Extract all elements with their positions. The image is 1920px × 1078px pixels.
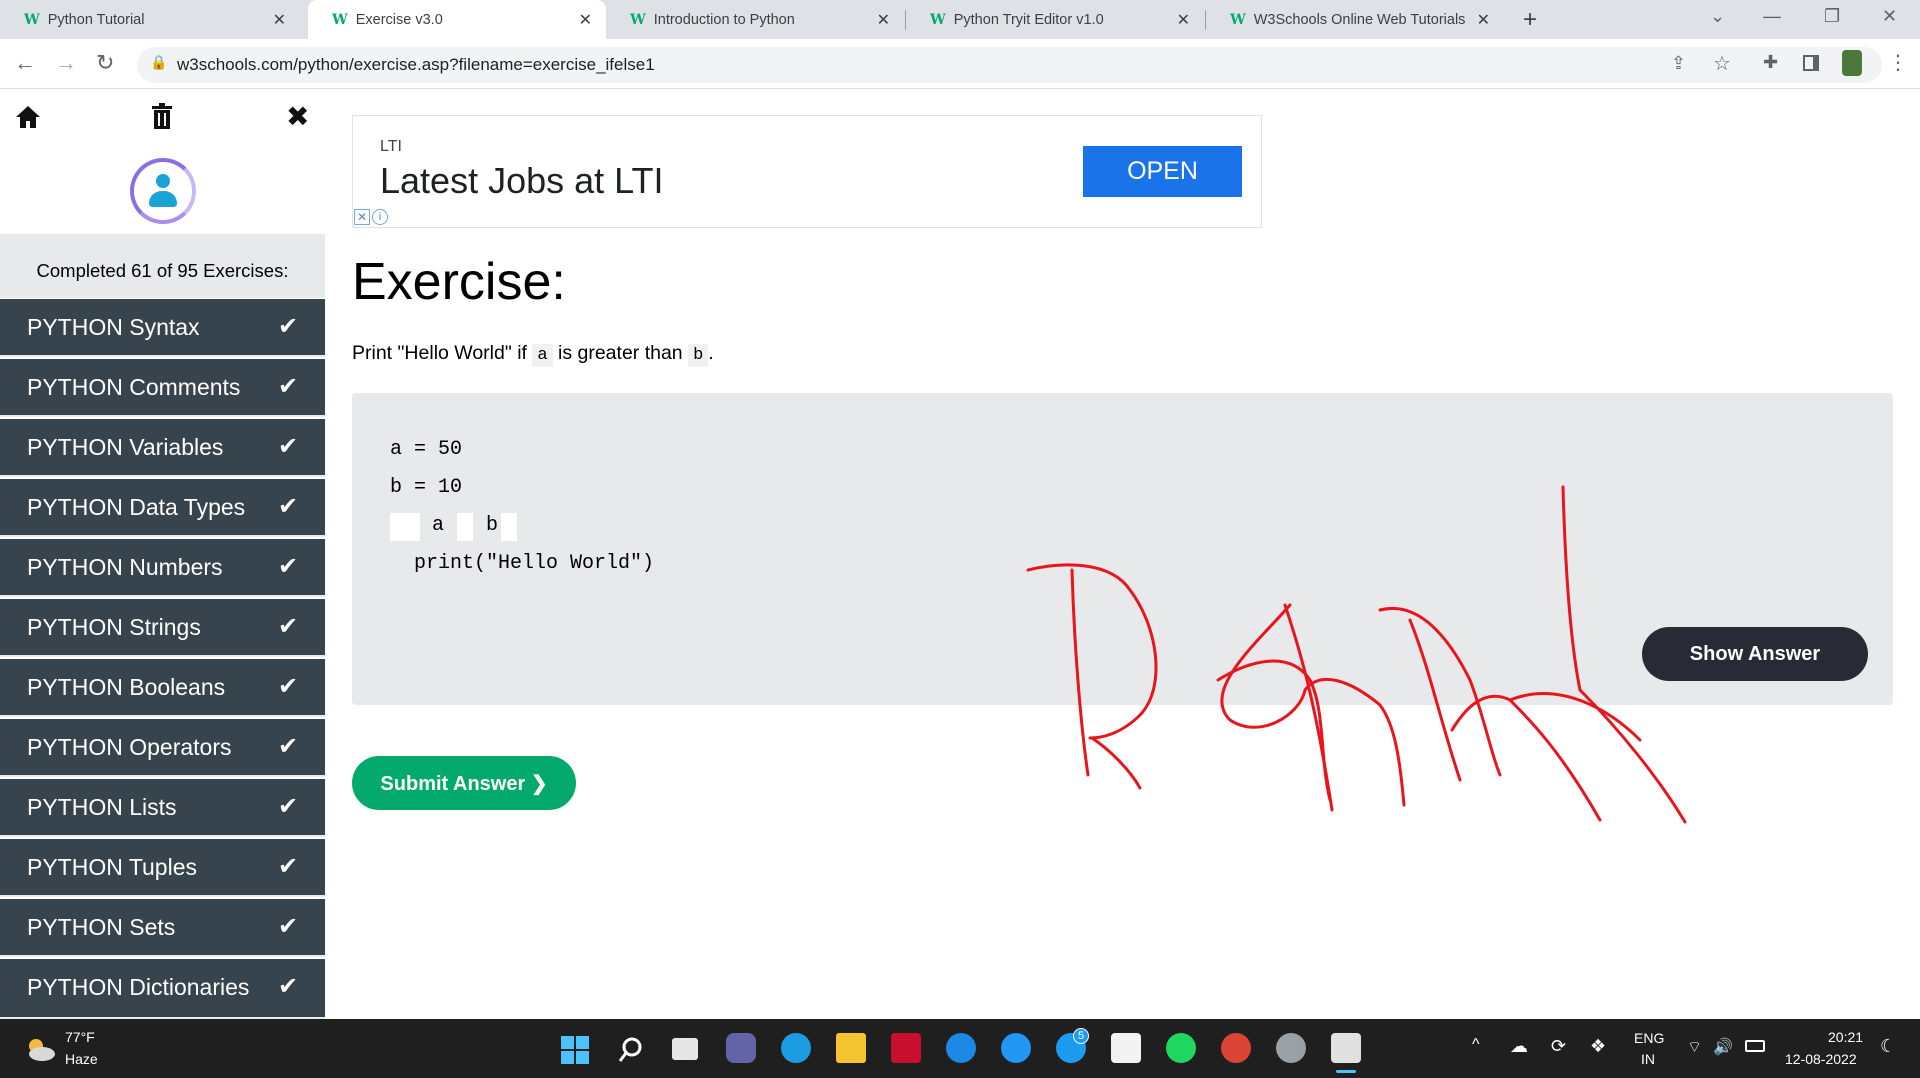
weather-condition[interactable]: Haze — [65, 1051, 98, 1067]
twitter-badge: 5 — [1073, 1028, 1089, 1044]
microsoft-store-icon[interactable] — [1111, 1033, 1141, 1063]
weather-temperature[interactable]: 77°F — [65, 1029, 95, 1045]
onedrive-cloud-icon[interactable]: ☁ — [1510, 1036, 1528, 1057]
clock-date[interactable]: 12-08-2022 — [1785, 1051, 1857, 1067]
tray-overflow-chevron-icon[interactable]: ^ — [1472, 1036, 1480, 1054]
dropbox-icon[interactable]: ❖ — [1590, 1036, 1606, 1057]
wifi-icon[interactable]: ⌔ — [1687, 1037, 1702, 1057]
clock-time[interactable]: 20:21 — [1828, 1029, 1863, 1045]
windows-start-icon[interactable] — [560, 1035, 590, 1065]
file-explorer-icon[interactable] — [836, 1033, 866, 1063]
settings-gear-icon[interactable] — [1276, 1033, 1306, 1063]
language-indicator[interactable]: ENG — [1634, 1030, 1664, 1046]
notifications-icon[interactable]: ☾ — [1880, 1036, 1896, 1057]
teams-chat-icon[interactable] — [726, 1033, 756, 1063]
edge-beta-icon[interactable] — [946, 1033, 976, 1063]
chrome-icon[interactable] — [1221, 1033, 1251, 1063]
weather-icon[interactable] — [22, 1034, 56, 1064]
get-help-icon[interactable] — [1001, 1033, 1031, 1063]
active-app-indicator — [1336, 1070, 1356, 1073]
edge-browser-icon[interactable] — [781, 1033, 811, 1063]
snipping-tool-icon[interactable] — [1331, 1033, 1361, 1063]
volume-icon[interactable]: 🔊 — [1713, 1037, 1733, 1057]
handwritten-signature — [1026, 485, 1687, 824]
spotify-icon[interactable] — [1166, 1033, 1196, 1063]
language-region[interactable]: IN — [1641, 1051, 1655, 1067]
mcafee-icon[interactable] — [891, 1033, 921, 1063]
task-view-icon[interactable] — [672, 1038, 698, 1060]
battery-icon[interactable] — [1745, 1040, 1765, 1052]
search-icon[interactable] — [617, 1036, 645, 1064]
sync-icon[interactable]: ⟳ — [1551, 1036, 1566, 1057]
